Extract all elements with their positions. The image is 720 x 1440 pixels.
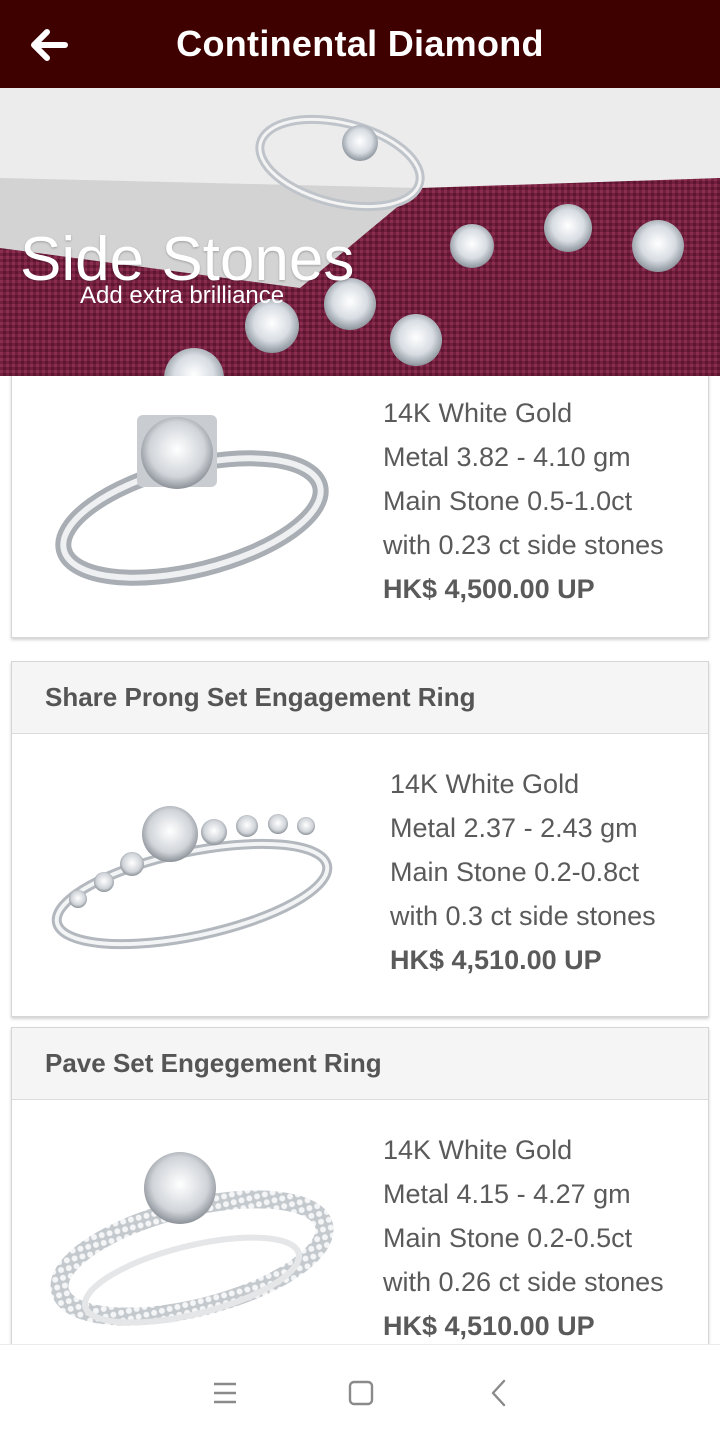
product-name: Share Prong Set Engagement Ring bbox=[12, 662, 708, 734]
product-weight: Metal 3.82 - 4.10 gm bbox=[383, 442, 631, 472]
hero-subtitle: Add extra brilliance bbox=[80, 282, 285, 309]
product-price: HK$ 4,510.00 UP bbox=[383, 1311, 595, 1341]
product-price: HK$ 4,510.00 UP bbox=[390, 945, 602, 975]
nav-menu-button[interactable] bbox=[207, 1375, 243, 1411]
product-metal: 14K White Gold bbox=[383, 1135, 573, 1165]
product-side-stones: with 0.23 ct side stones bbox=[383, 530, 664, 560]
product-weight: Metal 4.15 - 4.27 gm bbox=[383, 1179, 631, 1209]
arrow-left-icon bbox=[31, 29, 68, 61]
product-side-stones: with 0.3 ct side stones bbox=[390, 901, 656, 931]
product-main-stone: Main Stone 0.5-1.0ct bbox=[383, 486, 633, 516]
product-card[interactable]: Share Prong Set Engagement Ring 14K Whit… bbox=[11, 661, 709, 1017]
product-card[interactable]: 14K White Gold Metal 3.82 - 4.10 gm Main… bbox=[11, 376, 709, 638]
ring-image bbox=[51, 806, 333, 950]
product-card[interactable]: Pave Set Engegement Ring 14K White Gold … bbox=[11, 1027, 709, 1344]
product-side-stones: with 0.26 ct side stones bbox=[383, 1267, 664, 1297]
product-metal: 14K White Gold bbox=[390, 769, 580, 799]
app-bar: Continental Diamond bbox=[0, 0, 720, 88]
app-title: Continental Diamond bbox=[176, 23, 544, 64]
product-price: HK$ 4,500.00 UP bbox=[383, 574, 595, 604]
nav-home-button[interactable] bbox=[343, 1375, 379, 1411]
menu-icon bbox=[214, 1382, 236, 1404]
system-nav-bar bbox=[0, 1344, 720, 1440]
hero-banner: Side Stones Add extra brilliance bbox=[0, 88, 720, 376]
product-metal: 14K White Gold bbox=[383, 398, 573, 428]
product-main-stone: Main Stone 0.2-0.5ct bbox=[383, 1223, 633, 1253]
ring-image bbox=[50, 1152, 334, 1326]
back-button[interactable] bbox=[28, 26, 70, 64]
chevron-left-icon bbox=[491, 1379, 506, 1407]
product-list[interactable]: 14K White Gold Metal 3.82 - 4.10 gm Main… bbox=[0, 376, 720, 1344]
ring-image bbox=[55, 415, 329, 586]
product-name: Pave Set Engegement Ring bbox=[12, 1028, 708, 1100]
product-main-stone: Main Stone 0.2-0.8ct bbox=[390, 857, 640, 887]
nav-back-button[interactable] bbox=[482, 1375, 518, 1411]
product-weight: Metal 2.37 - 2.43 gm bbox=[390, 813, 638, 843]
square-home-icon bbox=[348, 1380, 374, 1406]
